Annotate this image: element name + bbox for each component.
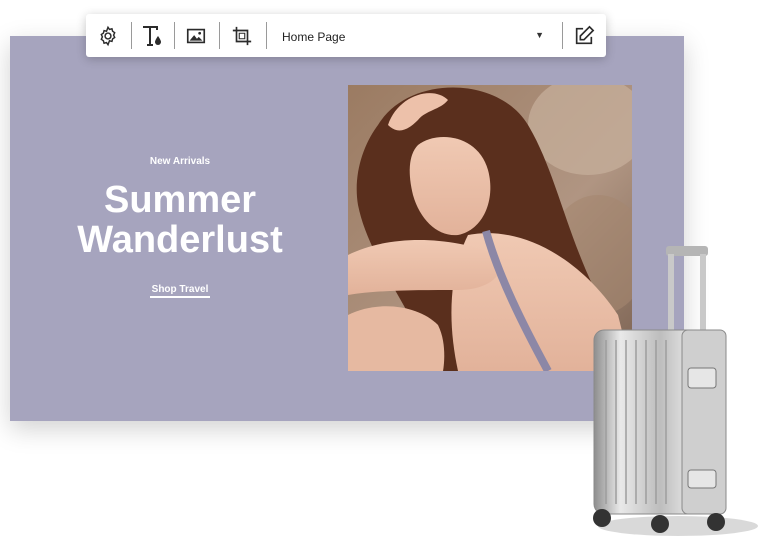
editor-toolbar: Home Page ▼ xyxy=(86,14,606,57)
banner-headline: Summer Wanderlust xyxy=(10,180,350,260)
image-button[interactable] xyxy=(180,20,212,52)
toolbar-divider xyxy=(174,22,175,49)
toolbar-divider xyxy=(562,22,563,49)
settings-button[interactable] xyxy=(92,20,124,52)
toolbar-divider xyxy=(266,22,267,49)
edit-button[interactable] xyxy=(568,20,600,52)
banner-headline-text: Summer Wanderlust xyxy=(77,179,283,261)
text-style-icon xyxy=(143,26,161,46)
image-icon xyxy=(186,28,206,44)
chevron-down-icon: ▼ xyxy=(535,30,544,40)
shop-travel-link[interactable]: Shop Travel xyxy=(150,284,210,298)
toolbar-divider xyxy=(131,22,132,49)
page-select[interactable]: Home Page ▼ xyxy=(278,20,552,52)
crop-button[interactable] xyxy=(226,20,258,52)
suitcase-image xyxy=(588,246,758,546)
toolbar-divider xyxy=(219,22,220,49)
edit-icon xyxy=(575,25,595,45)
gear-icon xyxy=(100,25,116,47)
page-select-value: Home Page xyxy=(282,30,346,44)
banner-kicker: New Arrivals xyxy=(149,156,211,167)
crop-icon xyxy=(232,26,252,46)
hero-banner: New Arrivals Summer Wanderlust Shop Trav… xyxy=(10,36,684,421)
text-style-button[interactable] xyxy=(136,20,168,52)
